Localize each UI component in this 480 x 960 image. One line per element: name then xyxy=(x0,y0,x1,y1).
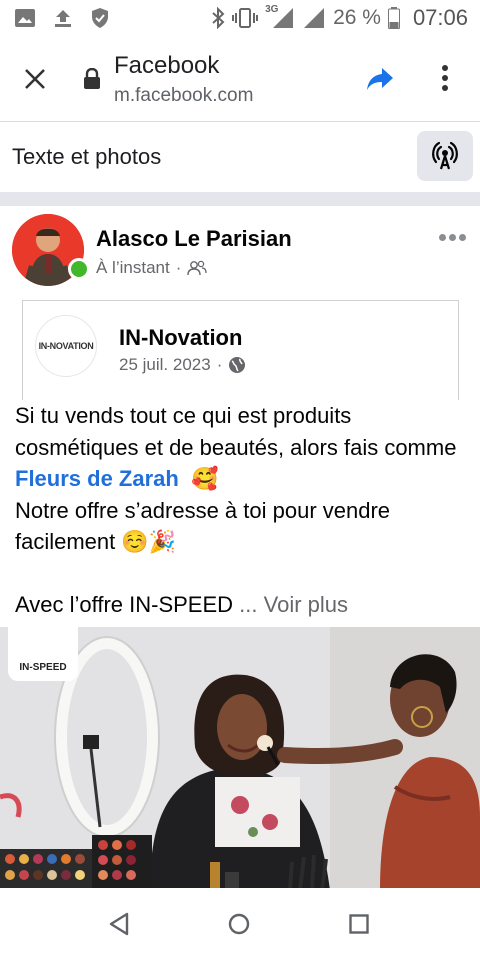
shield-icon xyxy=(92,8,108,28)
post-time[interactable]: À l’instant xyxy=(96,258,170,278)
shared-page-name[interactable]: IN-Novation xyxy=(119,325,242,351)
back-icon[interactable] xyxy=(108,912,130,936)
live-button[interactable] xyxy=(417,131,473,181)
close-icon[interactable] xyxy=(22,66,48,92)
see-more-link[interactable]: ... Voir plus xyxy=(239,592,348,617)
share-icon[interactable] xyxy=(366,66,394,92)
mention-link[interactable]: Fleurs de Zarah xyxy=(15,466,179,491)
home-icon[interactable] xyxy=(228,913,250,935)
signal-icon-2 xyxy=(304,8,325,28)
shared-post-date[interactable]: 25 juil. 2023 xyxy=(119,355,211,375)
system-nav-bar xyxy=(0,888,480,960)
feed-separator xyxy=(0,192,480,206)
image-icon xyxy=(15,9,35,27)
vibrate-icon xyxy=(232,8,259,28)
overflow-menu-icon[interactable] xyxy=(440,64,450,92)
composer-bar: Texte et photos xyxy=(0,122,480,192)
friends-audience-icon xyxy=(187,260,208,276)
notification-icons xyxy=(14,7,110,29)
feed-post: Alasco Le Parisian À l’instant · IN-NOVA… xyxy=(0,206,480,888)
post-body: Si tu vends tout ce qui est produits cos… xyxy=(15,400,470,621)
shared-page-logo-text: IN-NOVATION xyxy=(38,341,94,351)
post-emoji: 🥰 xyxy=(190,466,219,491)
post-meta: À l’instant · xyxy=(96,258,208,278)
battery-icon xyxy=(387,7,400,29)
online-indicator xyxy=(68,258,90,280)
globe-icon xyxy=(229,357,246,373)
inspeed-logo-badge: IN-SPEED xyxy=(8,627,78,681)
post-author[interactable]: Alasco Le Parisian xyxy=(96,226,292,252)
lock-icon xyxy=(84,68,100,89)
post-photo[interactable]: IN-SPEED xyxy=(0,627,480,888)
shared-post[interactable]: IN-NOVATION IN-Novation 25 juil. 2023 · xyxy=(22,300,459,400)
recents-icon[interactable] xyxy=(349,914,369,934)
clock: 07:06 xyxy=(412,5,468,30)
upload-icon xyxy=(55,10,71,27)
shared-meta-separator: · xyxy=(216,355,223,374)
page-title: Facebook xyxy=(114,52,220,79)
page-url[interactable]: m.facebook.com xyxy=(114,85,253,107)
post-text-line3: Avec l’offre IN-SPEED xyxy=(15,592,234,617)
composer-label[interactable]: Texte et photos xyxy=(12,144,161,170)
post-text-line2: Notre offre s’adresse à toi pour vendre … xyxy=(15,497,391,555)
status-bar: 3G 26 % 07:06 xyxy=(0,0,480,36)
shared-page-logo[interactable]: IN-NOVATION xyxy=(35,315,97,377)
post-options-button[interactable] xyxy=(439,234,469,244)
post-text-line1: Si tu vends tout ce qui est produits cos… xyxy=(15,403,457,460)
battery-percent: 26 % xyxy=(333,6,381,29)
meta-separator: · xyxy=(175,258,182,277)
bluetooth-icon xyxy=(212,7,225,29)
broadcast-icon xyxy=(432,141,458,170)
shared-post-meta: 25 juil. 2023 · xyxy=(119,355,246,375)
browser-toolbar: Facebook m.facebook.com xyxy=(0,36,480,122)
inspeed-logo-text: IN-SPEED xyxy=(19,662,67,673)
signal-icon: 3G xyxy=(265,4,295,29)
